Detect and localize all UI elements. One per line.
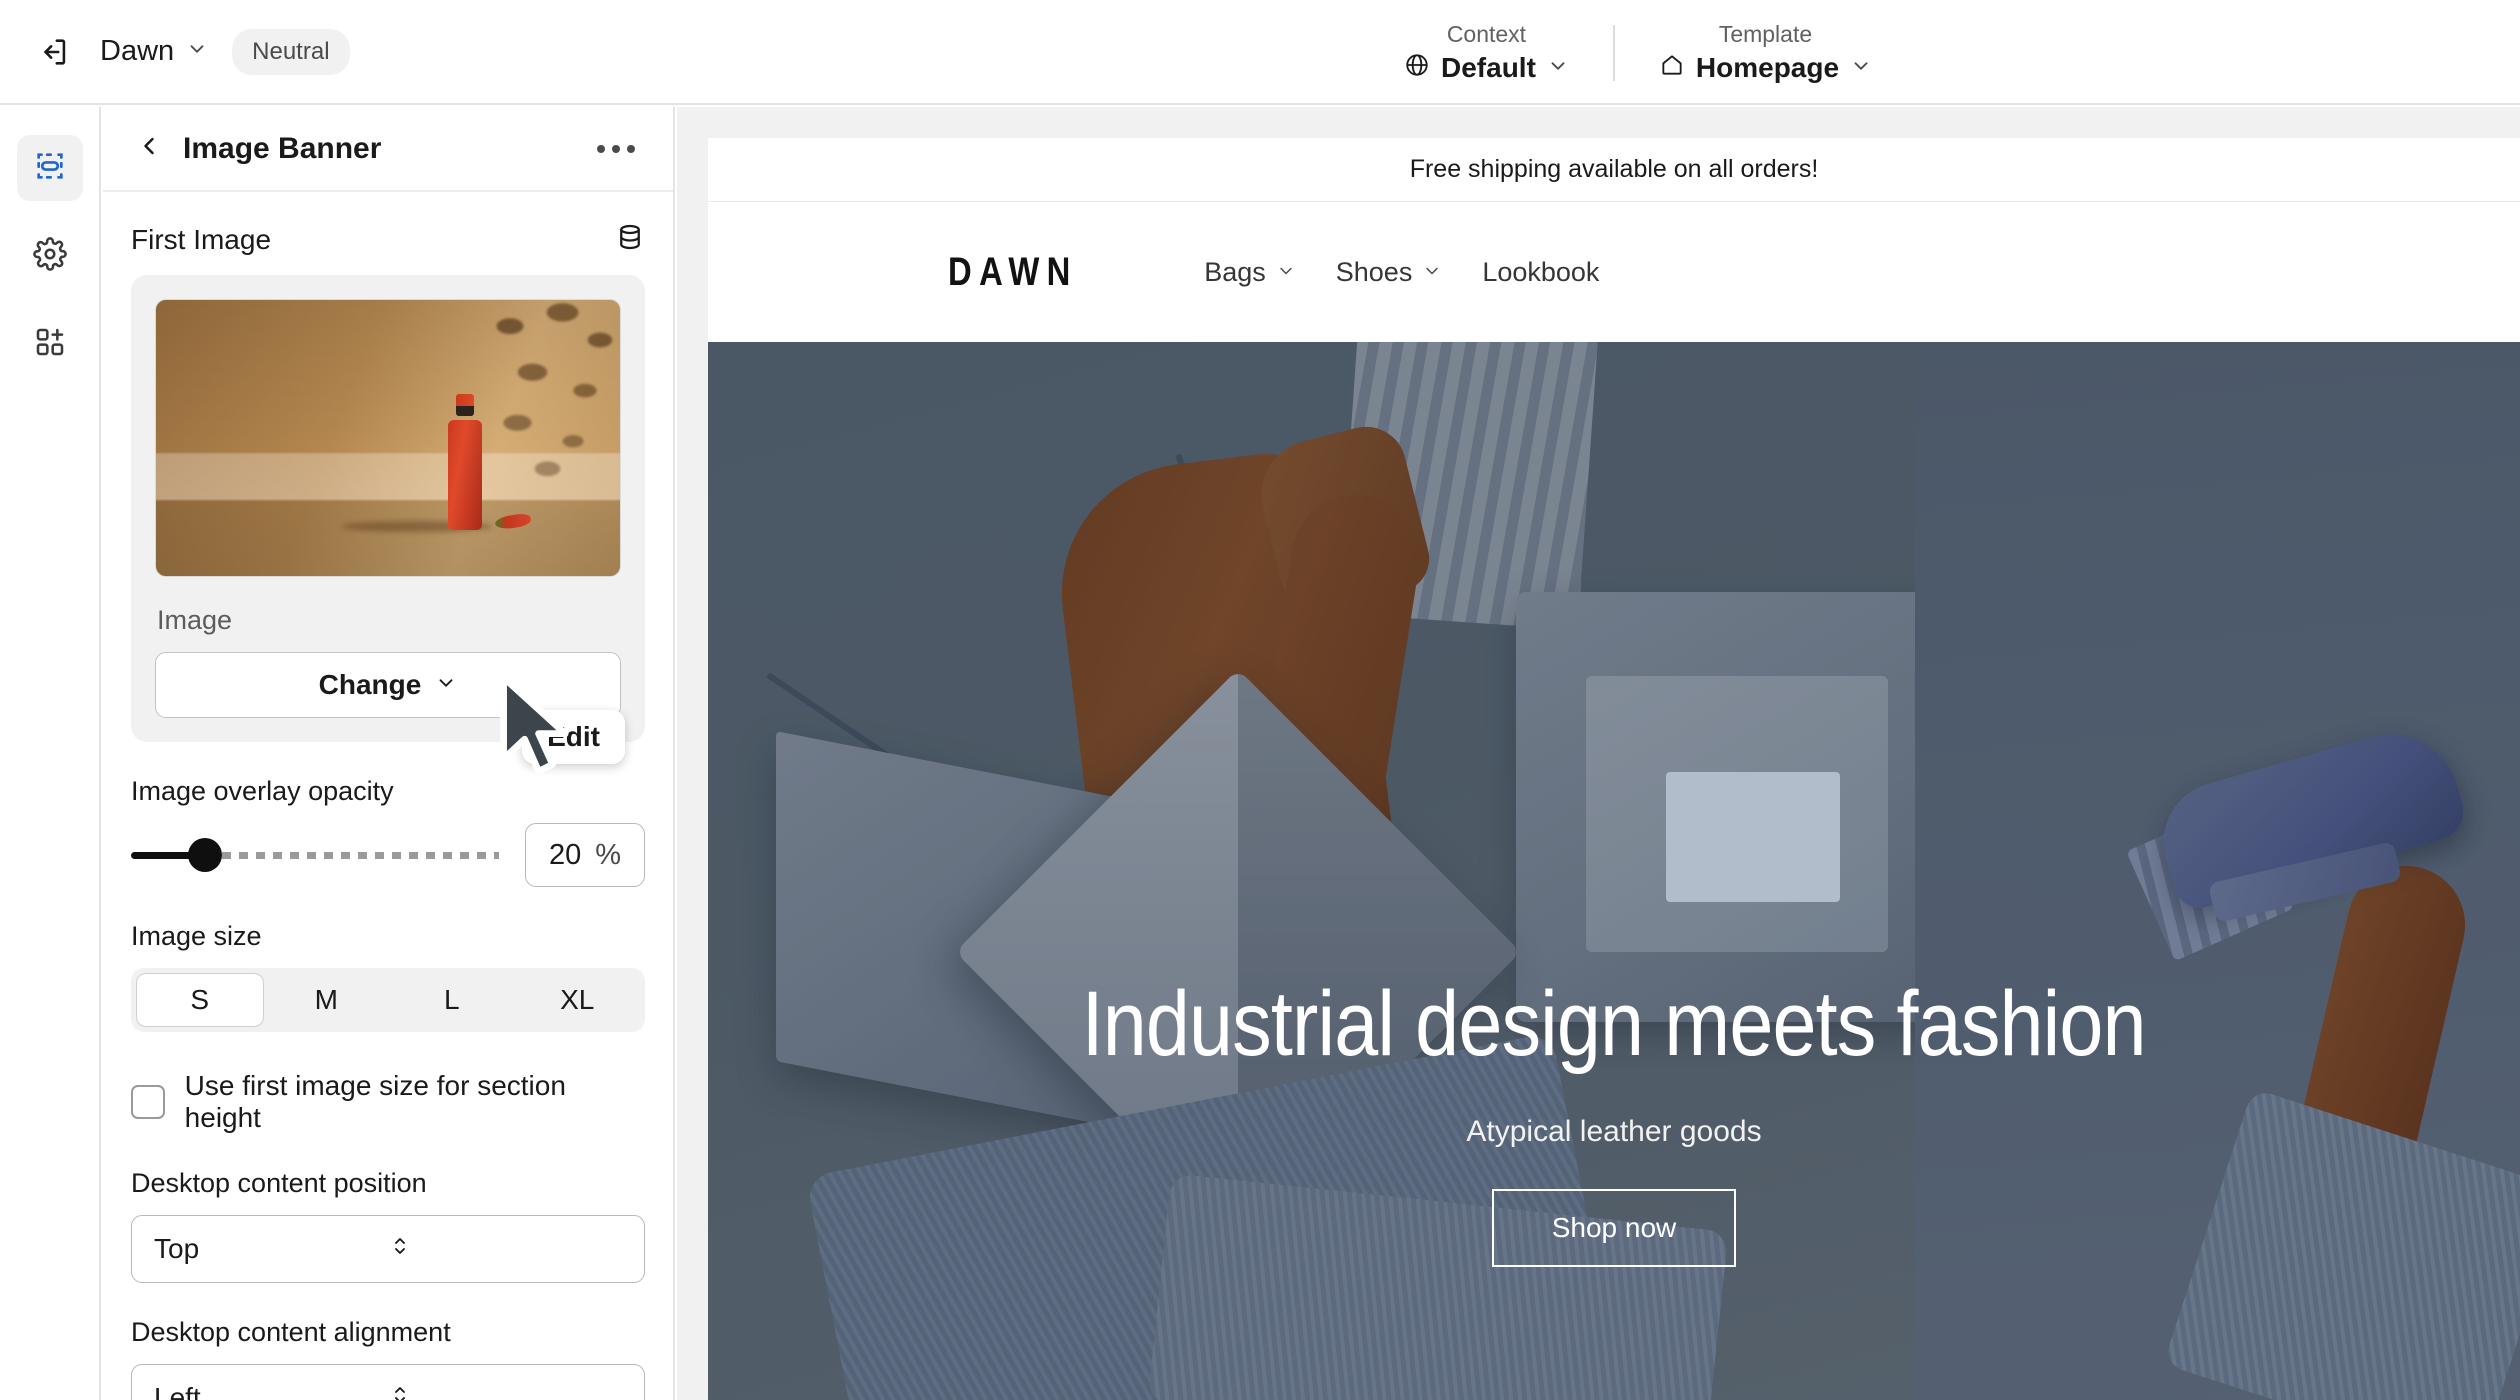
theme-selector[interactable]: Dawn [100, 35, 208, 68]
sidebar-item-apps[interactable] [17, 311, 83, 377]
slider-track [204, 851, 499, 859]
chevron-down-icon [1850, 52, 1872, 84]
slider-knob[interactable] [187, 838, 222, 872]
image-size-option-l[interactable]: L [389, 973, 515, 1027]
nav-item-label: Shoes [1335, 256, 1413, 287]
image-size-label: Image size [131, 921, 262, 951]
first-image-card: Edit Image Change [131, 275, 645, 764]
desktop-content-alignment-select[interactable]: Left [131, 1364, 645, 1400]
change-image-button[interactable]: Change [155, 652, 621, 718]
use-first-image-size-label: Use first image size for section height [184, 1070, 566, 1133]
top-bar-left: Dawn Neutral [0, 28, 350, 75]
nav-item-bags[interactable]: Bags [1204, 257, 1296, 288]
storefront-nav: Bags Shoes Lookbook [1204, 257, 1599, 288]
nav-item-label: Lookbook [1482, 256, 1600, 287]
image-banner-section[interactable]: Industrial design meets fashion Atypical… [708, 342, 2520, 1400]
top-bar-center: Context Default Template Homepage [1360, 0, 1916, 105]
chevron-up-down-icon [388, 1232, 622, 1267]
desktop-content-position-select[interactable]: Top [131, 1215, 645, 1283]
nav-item-shoes[interactable]: Shoes [1336, 257, 1443, 288]
chevron-down-icon [435, 669, 457, 701]
context-label: Context [1446, 20, 1527, 47]
hero-content: Industrial design meets fashion Atypical… [708, 342, 2520, 1400]
overlay-opacity-unit: % [595, 838, 622, 871]
storefront-preview: Free shipping available on all orders! D… [708, 138, 2520, 1400]
chevron-up-down-icon [388, 1381, 622, 1400]
overlay-opacity-slider[interactable] [131, 837, 499, 873]
template-selector[interactable]: Homepage [1659, 52, 1872, 85]
image-size-field: Image size S M L XL [131, 921, 645, 1032]
sections-icon [33, 149, 67, 188]
desktop-content-alignment-label: Desktop content alignment [131, 1317, 451, 1347]
leaf-shadow [480, 300, 620, 524]
image-size-option-s[interactable]: S [136, 973, 264, 1027]
desktop-content-position-field: Desktop content position Top [131, 1168, 645, 1283]
chevron-left-icon [135, 132, 163, 165]
announcement-bar: Free shipping available on all orders! [708, 138, 2520, 202]
first-image-label: First Image [131, 223, 272, 255]
overlay-opacity-field: Image overlay opacity 20 % [131, 776, 645, 887]
use-first-image-size-checkbox-row[interactable]: Use first image size for section height [131, 1070, 645, 1134]
back-button[interactable] [131, 131, 167, 167]
exit-icon[interactable] [32, 30, 76, 74]
theme-name-label: Dawn [100, 35, 175, 67]
chevron-down-icon [1547, 52, 1569, 84]
gear-icon [32, 236, 67, 276]
overlay-opacity-input[interactable]: 20 % [525, 823, 645, 887]
sidebar-item-theme-settings[interactable] [17, 223, 83, 289]
nav-item-lookbook[interactable]: Lookbook [1482, 257, 1599, 288]
more-horizontal-icon[interactable] [587, 135, 645, 163]
storefront-header: DAWN Bags Shoes Lookbook [708, 202, 2520, 342]
chevron-down-icon [186, 35, 208, 68]
edit-button[interactable]: Edit [522, 710, 625, 764]
template-group: Template Homepage [1615, 21, 1916, 85]
context-selector[interactable]: Default [1404, 52, 1569, 85]
change-button-label: Change [318, 669, 422, 700]
template-label: Template [1718, 20, 1813, 47]
desktop-content-alignment-field: Desktop content alignment Left [131, 1317, 645, 1400]
image-size-segmented-control: S M L XL [131, 968, 645, 1032]
overlay-opacity-value: 20 [548, 838, 582, 871]
panel-body: First Image Edit Image Change Image over… [103, 192, 673, 1400]
sidebar-item-sections[interactable] [16, 135, 83, 201]
image-thumbnail[interactable] [155, 299, 621, 577]
chevron-down-icon [1276, 257, 1296, 288]
shop-now-button[interactable]: Shop now [1491, 1189, 1737, 1267]
overlay-opacity-label: Image overlay opacity [131, 776, 394, 806]
sauce-bottle [448, 394, 483, 530]
panel-header: Image Banner [103, 107, 673, 192]
chevron-down-icon [1422, 257, 1442, 288]
desktop-content-position-label: Desktop content position [131, 1168, 427, 1198]
first-image-header: First Image [131, 222, 645, 257]
apps-add-icon [34, 326, 66, 363]
image-sub-label: Image [157, 605, 233, 635]
hero-subheading: Atypical leather goods [1466, 1115, 1762, 1148]
context-group: Context Default [1360, 21, 1613, 85]
hero-heading: Industrial design meets fashion [1081, 973, 2147, 1075]
use-first-image-size-checkbox[interactable] [131, 1085, 165, 1119]
store-logo[interactable]: DAWN [948, 250, 1078, 295]
desktop-content-position-value: Top [154, 1233, 200, 1264]
nav-item-label: Bags [1204, 256, 1266, 287]
image-size-option-xl[interactable]: XL [515, 973, 641, 1027]
template-value: Homepage [1695, 52, 1840, 83]
settings-panel: Image Banner First Image Edit Image Chan… [103, 107, 675, 1400]
left-icon-rail [0, 107, 101, 1400]
database-icon[interactable] [615, 222, 645, 257]
page-title: Image Banner [183, 131, 382, 165]
image-size-option-m[interactable]: M [264, 973, 390, 1027]
top-bar: Dawn Neutral Context Default Template Ho… [0, 0, 2520, 105]
desktop-content-alignment-value: Left [154, 1382, 201, 1400]
status-badge: Neutral [232, 28, 350, 75]
globe-icon [1404, 52, 1430, 85]
home-icon [1659, 52, 1685, 85]
context-value: Default [1441, 52, 1536, 83]
